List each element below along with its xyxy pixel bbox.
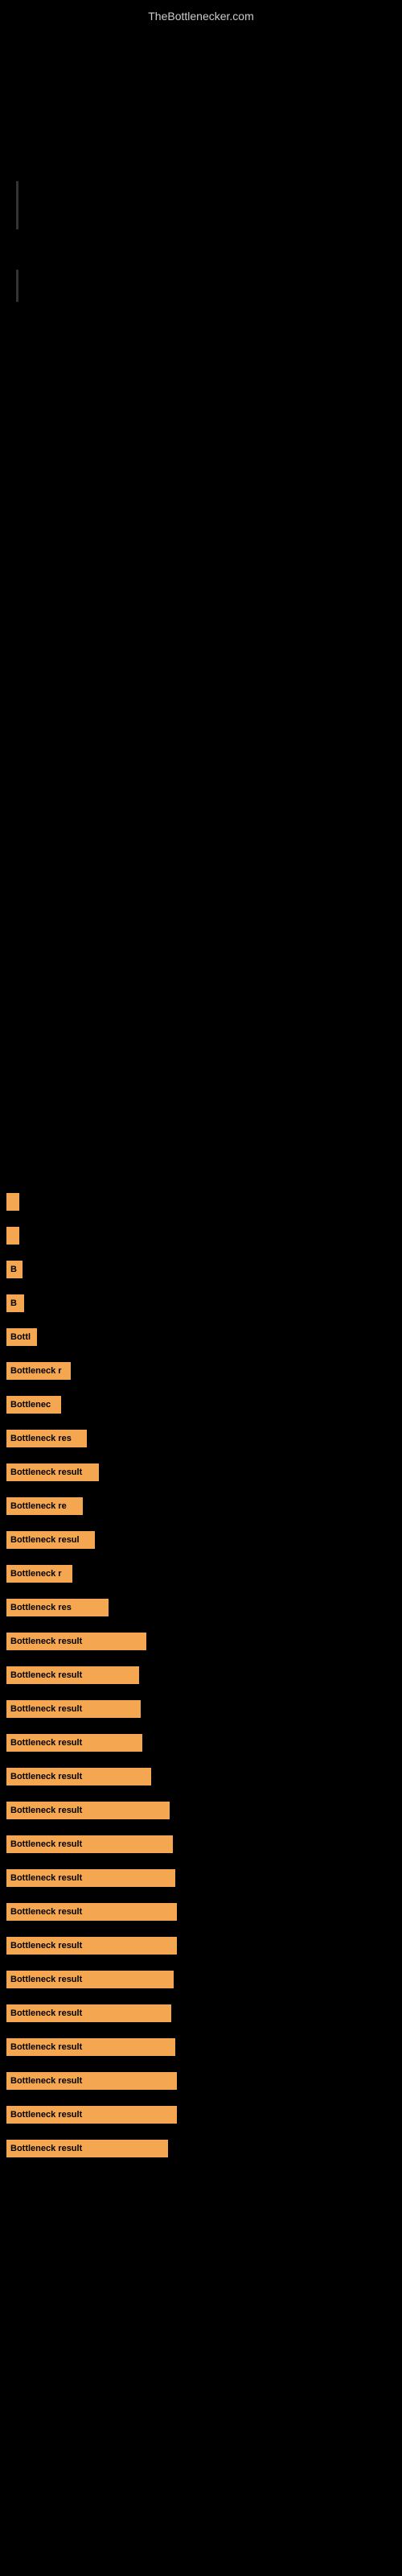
bar-label: Bottleneck r xyxy=(6,1565,72,1583)
bar-label: Bottleneck result xyxy=(6,1971,174,1988)
bar-label: Bottleneck result xyxy=(6,2072,177,2090)
bar-row: Bottl xyxy=(6,1327,177,1348)
bar-label: Bottleneck result xyxy=(6,1903,177,1921)
bar-label: Bottleneck res xyxy=(6,1430,87,1447)
bar-label: B xyxy=(6,1261,23,1278)
bar-row: Bottleneck r xyxy=(6,1563,177,1584)
bar-label: Bottleneck res xyxy=(6,1599,109,1616)
bar-label: Bottleneck re xyxy=(6,1497,83,1515)
bar-row: Bottleneck result xyxy=(6,1665,177,1686)
bar-row: Bottlenec xyxy=(6,1394,177,1415)
bar-label: Bottleneck result xyxy=(6,1463,99,1481)
bar-label: Bottleneck result xyxy=(6,1937,177,1955)
bar-label: Bottleneck result xyxy=(6,2038,175,2056)
bar-row: B xyxy=(6,1259,177,1280)
bar-row: B xyxy=(6,1293,177,1314)
bar-row: Bottleneck r xyxy=(6,1360,177,1381)
bar-label: B xyxy=(6,1294,24,1312)
bar-label: Bottleneck result xyxy=(6,2004,171,2022)
bar-label: Bottleneck result xyxy=(6,1869,175,1887)
bar-label xyxy=(6,1227,19,1245)
bar-label: Bottleneck result xyxy=(6,2140,168,2157)
chart-area xyxy=(16,20,386,407)
bar-row: Bottleneck result xyxy=(6,2070,177,2091)
bar-row: Bottleneck result xyxy=(6,1901,177,1922)
bar-row: Bottleneck result xyxy=(6,2138,177,2159)
bar-row: Bottleneck result xyxy=(6,1732,177,1753)
bar-label xyxy=(6,1193,19,1211)
bars-list: B B Bottl Bottleneck r Bottlenec Bottlen… xyxy=(6,1191,177,2159)
bar-row: Bottleneck result xyxy=(6,1935,177,1956)
bar-row: Bottleneck resul xyxy=(6,1530,177,1550)
bar-row: Bottleneck result xyxy=(6,1462,177,1483)
bar-label: Bottl xyxy=(6,1328,37,1346)
bar-row: Bottleneck result xyxy=(6,1631,177,1652)
bar-label: Bottleneck result xyxy=(6,1700,141,1718)
bar-row: Bottleneck result xyxy=(6,1868,177,1889)
bar-label: Bottleneck result xyxy=(6,1768,151,1785)
bar-row: Bottleneck result xyxy=(6,2104,177,2125)
bar-row: Bottleneck result xyxy=(6,1969,177,1990)
bar-row: Bottleneck result xyxy=(6,1699,177,1719)
bar-row xyxy=(6,1191,177,1212)
bar-label: Bottlenec xyxy=(6,1396,61,1414)
bar-row: Bottleneck res xyxy=(6,1428,177,1449)
bar-row: Bottleneck result xyxy=(6,2037,177,2058)
bar-label: Bottleneck result xyxy=(6,1666,139,1684)
bar-row xyxy=(6,1225,177,1246)
bar-row: Bottleneck result xyxy=(6,2003,177,2024)
bar-label: Bottleneck result xyxy=(6,1835,173,1853)
bar-row: Bottleneck re xyxy=(6,1496,177,1517)
bar-label: Bottleneck resul xyxy=(6,1531,95,1549)
bar-row: Bottleneck result xyxy=(6,1766,177,1787)
bar-label: Bottleneck r xyxy=(6,1362,71,1380)
bar-label: Bottleneck result xyxy=(6,1802,170,1819)
bar-label: Bottleneck result xyxy=(6,1633,146,1650)
bar-label: Bottleneck result xyxy=(6,1734,142,1752)
bar-label: Bottleneck result xyxy=(6,2106,177,2124)
bar-row: Bottleneck result xyxy=(6,1800,177,1821)
bar-row: Bottleneck res xyxy=(6,1597,177,1618)
bar-row: Bottleneck result xyxy=(6,1834,177,1855)
